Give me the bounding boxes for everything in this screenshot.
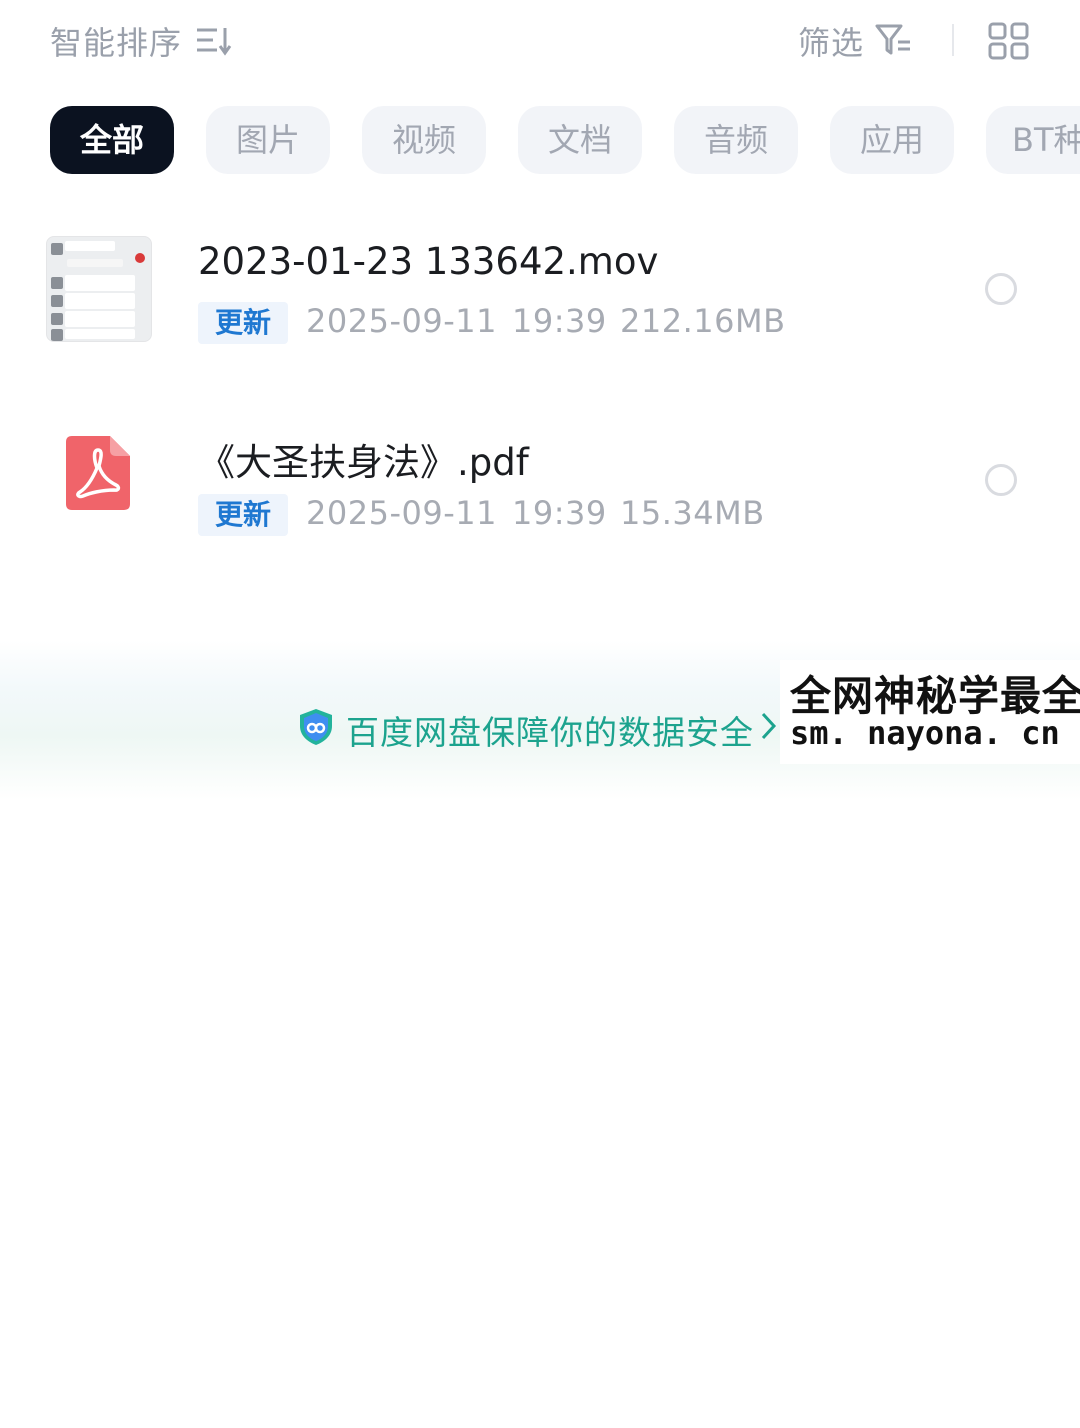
file-time: 19:39 bbox=[512, 494, 607, 532]
file-name: 2023-01-23 133642.mov bbox=[198, 240, 659, 283]
file-size: 212.16MB bbox=[620, 302, 786, 340]
filter-button[interactable]: 筛选 bbox=[798, 18, 864, 64]
tab-images[interactable]: 图片 bbox=[206, 106, 330, 174]
list-item[interactable]: 《大圣扶身法》.pdf 更新 2025-09-11 19:39 15.34MB bbox=[0, 428, 1080, 578]
sort-icon[interactable] bbox=[195, 24, 235, 58]
select-checkbox[interactable] bbox=[985, 464, 1017, 496]
video-thumbnail bbox=[46, 236, 152, 342]
tab-videos[interactable]: 视频 bbox=[362, 106, 486, 174]
tab-audio[interactable]: 音频 bbox=[674, 106, 798, 174]
tab-apps[interactable]: 应用 bbox=[830, 106, 954, 174]
file-list-page: 智能排序 筛选 全部 图片 视频 文档 音频 应用 BT种子 bbox=[0, 0, 1080, 1428]
update-badge: 更新 bbox=[198, 494, 288, 536]
category-tabs: 全部 图片 视频 文档 音频 应用 BT种子 bbox=[0, 106, 1080, 176]
tab-all[interactable]: 全部 bbox=[50, 106, 174, 174]
filter-icon[interactable] bbox=[874, 22, 914, 58]
chevron-right-icon[interactable] bbox=[760, 710, 778, 742]
security-banner-text[interactable]: 百度网盘保障你的数据安全 bbox=[346, 706, 754, 754]
tab-documents[interactable]: 文档 bbox=[518, 106, 642, 174]
update-badge: 更新 bbox=[198, 302, 288, 344]
watermark-url: sm. nayona. cn bbox=[790, 714, 1060, 752]
file-date: 2025-09-11 bbox=[306, 494, 497, 532]
smart-sort-button[interactable]: 智能排序 bbox=[50, 18, 182, 64]
grid-view-icon[interactable] bbox=[988, 22, 1030, 60]
watermark-title: 全网神秘学最全 bbox=[790, 672, 1080, 720]
watermark-box: 全网神秘学最全 sm. nayona. cn bbox=[780, 660, 1080, 764]
file-date: 2025-09-11 bbox=[306, 302, 497, 340]
file-time: 19:39 bbox=[512, 302, 607, 340]
file-size: 15.34MB bbox=[620, 494, 765, 532]
top-toolbar: 智能排序 筛选 bbox=[0, 0, 1080, 82]
file-name: 《大圣扶身法》.pdf bbox=[198, 441, 529, 484]
tab-bt-torrents[interactable]: BT种子 bbox=[986, 106, 1080, 174]
list-item[interactable]: 2023-01-23 133642.mov 更新 2025-09-11 19:3… bbox=[0, 236, 1080, 386]
record-dot-icon bbox=[135, 253, 145, 263]
pdf-icon bbox=[66, 436, 130, 510]
toolbar-divider bbox=[952, 24, 954, 56]
select-checkbox[interactable] bbox=[985, 273, 1017, 305]
shield-icon bbox=[300, 709, 332, 745]
